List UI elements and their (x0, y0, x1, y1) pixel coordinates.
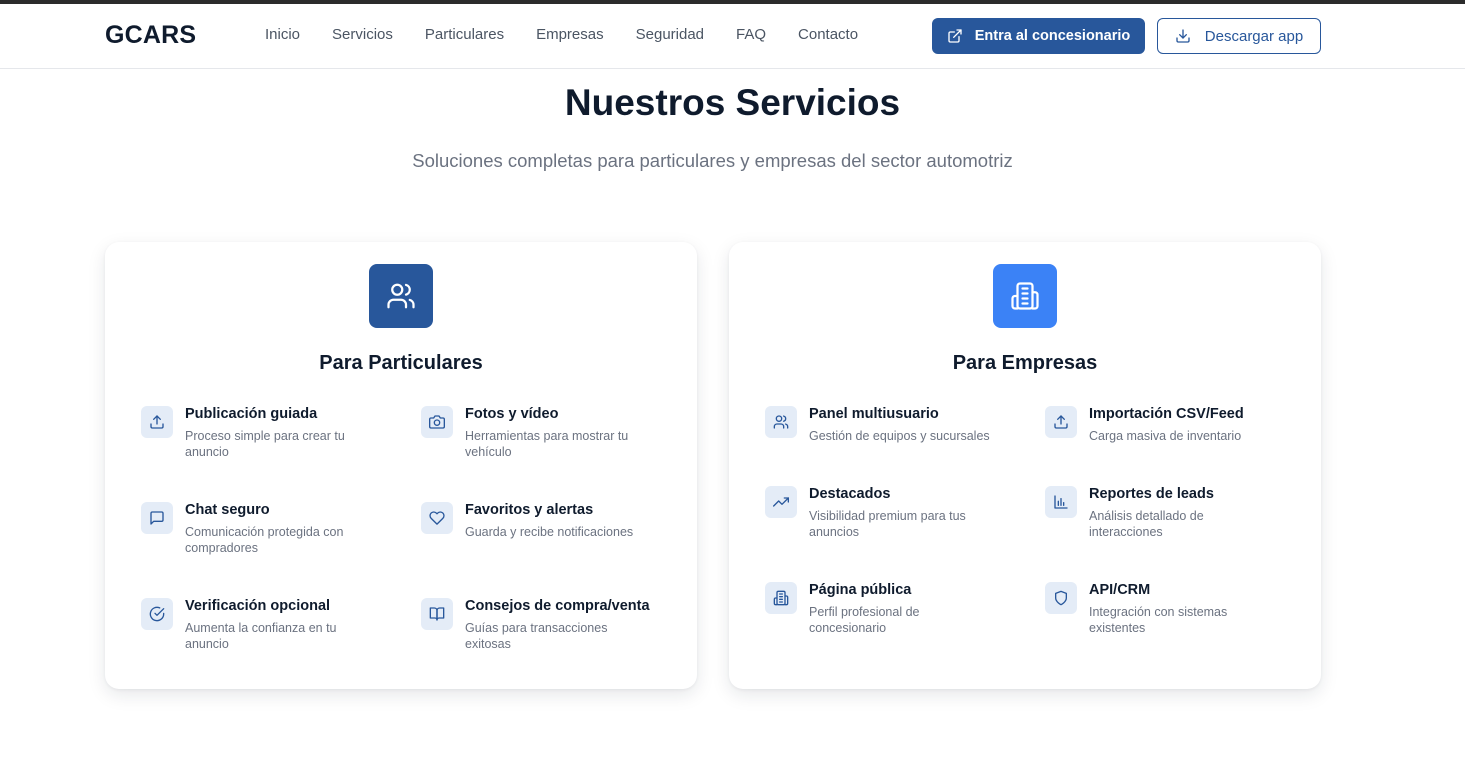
feature-description: Guarda y recibe notificaciones (465, 525, 634, 539)
dealer-login-label: Entra al concesionario (974, 28, 1131, 44)
feature-title: Panel multiusuario (809, 406, 939, 422)
feature-description: Herramientas para mostrar tu vehículo (465, 429, 629, 459)
card-particulares: Para Particulares Publicación guiada Pro… (105, 242, 697, 689)
feature-description: Carga masiva de inventario (1089, 429, 1242, 443)
download-icon (1176, 29, 1190, 43)
download-app-button[interactable]: Descargar app (1157, 18, 1321, 54)
upload-icon (150, 415, 164, 429)
heart-icon (429, 511, 445, 525)
card-icon-container (993, 264, 1057, 328)
main-nav: Inicio Servicios Particulares Empresas S… (265, 26, 890, 43)
building-icon (773, 590, 789, 606)
check-circle-icon (149, 606, 165, 622)
bar-chart-icon (1054, 495, 1068, 509)
feature-title: Fotos y vídeo (465, 406, 559, 422)
feature-title: Chat seguro (185, 502, 270, 518)
feature-title: Página pública (809, 582, 912, 598)
users-icon (387, 283, 415, 309)
download-app-label: Descargar app (1204, 27, 1304, 45)
section-title: Nuestros Servicios (564, 82, 901, 123)
feature-description: Visibilidad premium para tus anuncios (809, 509, 966, 539)
feature-title: Favoritos y alertas (465, 502, 594, 518)
feature-description: Guías para transacciones exitosas (465, 621, 608, 651)
nav-inicio[interactable]: Inicio (265, 26, 300, 43)
logo[interactable]: GCARS (105, 21, 196, 50)
nav-servicios[interactable]: Servicios (332, 26, 393, 43)
feature-description: Proceso simple para crear tu anuncio (185, 429, 345, 459)
upload-icon (1054, 415, 1068, 429)
dealer-login-button[interactable]: Entra al concesionario (932, 18, 1145, 54)
site-header: GCARS Inicio Servicios Particulares Empr… (0, 4, 1465, 69)
nav-seguridad[interactable]: Seguridad (636, 26, 704, 43)
feature-description: Comunicación protegida con compradores (185, 525, 344, 555)
feature-description: Perfil profesional de concesionario (809, 605, 920, 635)
card-title: Para Empresas (952, 352, 1098, 374)
shield-icon (1055, 590, 1067, 606)
book-icon (429, 607, 445, 621)
camera-icon (429, 415, 445, 429)
feature-description: Aumenta la confianza en tu anuncio (185, 621, 337, 651)
feature-description: Gestión de equipos y sucursales (809, 429, 990, 443)
feature-description: Integración con sistemas existentes (1089, 605, 1228, 635)
feature-title: Publicación guiada (185, 406, 318, 422)
nav-faq[interactable]: FAQ (736, 26, 766, 43)
card-icon-container (369, 264, 433, 328)
feature-title: Destacados (809, 486, 891, 502)
nav-empresas[interactable]: Empresas (536, 26, 604, 43)
section-subtitle: Soluciones completas para particulares y… (412, 150, 1013, 171)
chat-icon (150, 511, 164, 525)
external-link-icon (948, 29, 962, 43)
feature-title: API/CRM (1089, 582, 1151, 598)
users-icon (773, 415, 789, 429)
nav-particulares[interactable]: Particulares (425, 26, 504, 43)
card-empresas: Para Empresas Panel multiusuario Gestión… (729, 242, 1321, 689)
feature-title: Verificación opcional (185, 598, 331, 614)
nav-contacto[interactable]: Contacto (798, 26, 858, 43)
trending-up-icon (773, 497, 789, 507)
feature-title: Consejos de compra/venta (465, 598, 650, 614)
card-title: Para Particulares (319, 352, 483, 374)
feature-title: Importación CSV/Feed (1089, 406, 1244, 422)
feature-description: Análisis detallado de interacciones (1089, 509, 1204, 539)
building-icon (1011, 282, 1039, 310)
feature-title: Reportes de leads (1089, 486, 1214, 502)
